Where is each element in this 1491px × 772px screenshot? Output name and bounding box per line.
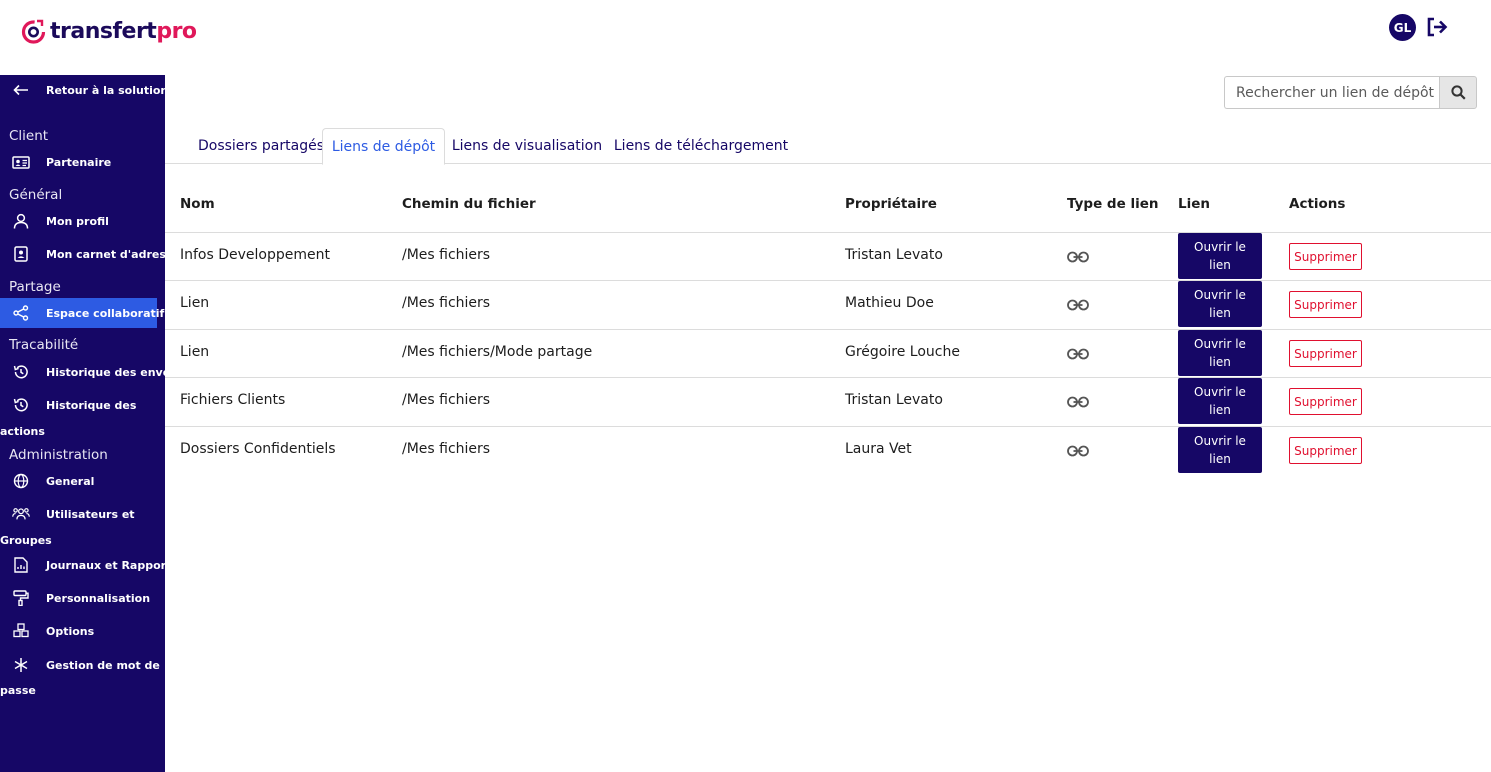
open-link-button[interactable]: Ouvrir le lien	[1178, 233, 1262, 279]
delete-button[interactable]: Supprimer	[1289, 291, 1362, 319]
sidebar: Retour à la solution Client Partenaire G…	[0, 75, 181, 772]
tab-bar: Dossiers partagés Liens de dépôt Liens d…	[165, 128, 1491, 165]
id-card-icon	[12, 154, 30, 170]
section-client: Client	[9, 128, 49, 144]
cell-nom: Lien	[180, 295, 210, 312]
logo-text: transfertpro	[50, 19, 197, 44]
paint-roller-icon	[12, 590, 30, 606]
column-header-actions: Actions	[1289, 196, 1346, 212]
open-link-button[interactable]: Ouvrir le lien	[1178, 281, 1262, 327]
sidebar-item-espace-collaboratif[interactable]: Espace collaboratif	[0, 298, 164, 328]
sidebar-item-utilisateurs-groupes[interactable]: Utilisateurs et	[0, 499, 165, 529]
search-input[interactable]	[1224, 76, 1439, 109]
tab-dossiers-partages[interactable]: Dossiers partagés	[183, 128, 339, 164]
users-icon	[12, 506, 30, 522]
tab-liens-de-telechargement[interactable]: Liens de téléchargement	[609, 128, 793, 164]
delete-button[interactable]: Supprimer	[1289, 437, 1362, 465]
address-book-icon	[12, 246, 30, 262]
open-link-button[interactable]: Ouvrir le lien	[1178, 427, 1262, 473]
cell-nom: Dossiers Confidentiels	[180, 441, 336, 458]
column-header-proprietaire: Propriétaire	[845, 196, 937, 212]
sidebar-item-mon-profil[interactable]: Mon profil	[0, 206, 165, 236]
logo[interactable]: transfertpro	[20, 18, 197, 45]
sidebar-item-partenaire[interactable]: Partenaire	[0, 147, 165, 177]
sidebar-item-historique-envois[interactable]: Historique des envois	[0, 357, 181, 387]
search-button[interactable]	[1439, 76, 1477, 109]
sidebar-item-options[interactable]: Options	[0, 616, 165, 646]
tab-liens-de-depot[interactable]: Liens de dépôt	[322, 128, 445, 165]
cubes-icon	[12, 623, 30, 639]
table-row-divider	[165, 377, 1491, 378]
cell-chemin: /Mes fichiers	[402, 295, 491, 312]
asterisk-icon	[12, 657, 30, 673]
column-header-type-de-lien: Type de lien	[1067, 196, 1159, 212]
column-header-chemin: Chemin du fichier	[402, 196, 536, 212]
sidebar-item-historique-actions[interactable]: Historique des	[0, 390, 165, 420]
user-icon	[12, 213, 30, 229]
link-icon	[1067, 346, 1089, 360]
column-header-lien: Lien	[1178, 196, 1210, 212]
sidebar-item-journaux-rapports[interactable]: Journaux et Rapports	[0, 550, 178, 580]
table-row-divider	[165, 329, 1491, 330]
table-row-divider	[165, 280, 1491, 281]
cell-proprietaire: Tristan Levato	[845, 247, 943, 264]
cell-chemin: /Mes fichiers	[402, 441, 491, 458]
cell-nom: Fichiers Clients	[180, 392, 286, 409]
section-general: Général	[9, 187, 63, 203]
sidebar-item-label-wrap: passe	[0, 684, 36, 697]
cell-proprietaire: Tristan Levato	[845, 392, 943, 409]
history-icon	[12, 397, 30, 413]
cell-proprietaire: Grégoire Louche	[845, 344, 960, 361]
history-icon	[12, 364, 30, 380]
search-icon	[1450, 85, 1466, 100]
link-icon	[1067, 297, 1089, 311]
delete-button[interactable]: Supprimer	[1289, 340, 1362, 368]
tab-liens-de-visualisation[interactable]: Liens de visualisation	[445, 128, 609, 164]
cell-proprietaire: Mathieu Doe	[845, 295, 934, 312]
sidebar-item-label-wrap: actions	[0, 425, 45, 438]
column-header-nom: Nom	[180, 196, 215, 212]
link-icon	[1067, 249, 1089, 263]
logout-icon[interactable]	[1425, 16, 1449, 38]
share-icon	[12, 305, 30, 321]
sidebar-item-general[interactable]: General	[0, 466, 165, 496]
link-icon	[1067, 443, 1089, 457]
globe-icon	[12, 473, 30, 489]
cell-nom: Infos Developpement	[180, 247, 330, 264]
open-link-button[interactable]: Ouvrir le lien	[1178, 330, 1262, 376]
top-bar: transfertpro GL	[0, 0, 1491, 75]
sidebar-item-gestion-mot-de-passe[interactable]: Gestion de mot de	[0, 650, 165, 680]
section-partage: Partage	[9, 279, 61, 295]
user-avatar[interactable]: GL	[1389, 14, 1416, 41]
delete-button[interactable]: Supprimer	[1289, 243, 1362, 271]
cell-chemin: /Mes fichiers/Mode partage	[402, 344, 593, 361]
section-tracabilite: Tracabilité	[9, 337, 79, 353]
sidebar-item-personnalisation[interactable]: Personnalisation	[0, 583, 165, 613]
cell-proprietaire: Laura Vet	[845, 441, 912, 458]
open-link-button[interactable]: Ouvrir le lien	[1178, 378, 1262, 424]
report-icon	[12, 557, 30, 573]
delete-button[interactable]: Supprimer	[1289, 388, 1362, 416]
sidebar-back-button[interactable]: Retour à la solution	[0, 75, 168, 105]
cell-nom: Lien	[180, 344, 210, 361]
table-row-divider	[165, 232, 1491, 233]
sidebar-item-label-wrap: Groupes	[0, 534, 52, 547]
table-row-divider	[165, 426, 1491, 427]
cell-chemin: /Mes fichiers	[402, 247, 491, 264]
cell-chemin: /Mes fichiers	[402, 392, 491, 409]
link-icon	[1067, 394, 1089, 408]
section-administration: Administration	[9, 447, 108, 463]
sidebar-item-carnet-adresse[interactable]: Mon carnet d'adresse	[0, 239, 180, 269]
logo-icon	[21, 19, 46, 44]
arrow-left-icon	[12, 82, 30, 98]
